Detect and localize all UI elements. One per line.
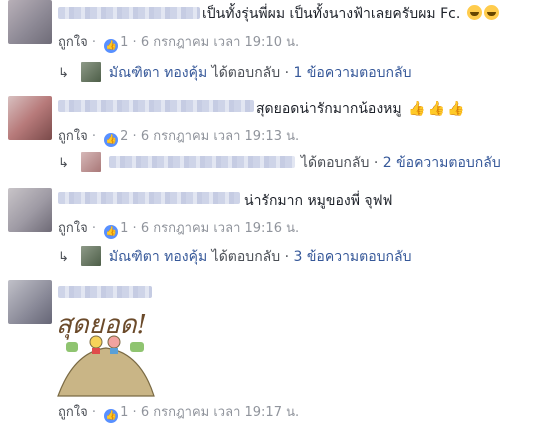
reply-summary[interactable]: ↳ ได้ตอบกลับ · 2 ข้อความตอบกลับ (58, 152, 501, 174)
comment-meta: ถูกใจ · 👍 2 · 6 กรกฎาคม เวลา 19:13 น. (58, 129, 300, 147)
timestamp[interactable]: 6 กรกฎาคม เวลา 19:13 น. (141, 129, 299, 144)
comment-text: น่ารักมาก หมูของพี่ จุฟฟ (244, 193, 393, 209)
thumbs-up-icon[interactable]: 👍 (104, 133, 119, 147)
reply-avatar (80, 62, 101, 82)
avatar[interactable] (8, 0, 52, 44)
like-count[interactable]: 1 (120, 35, 128, 50)
like-button[interactable]: ถูกใจ (58, 221, 88, 236)
reply-arrow-icon: ↳ (58, 250, 69, 265)
avatar[interactable] (8, 96, 52, 140)
thumbs-up-icon[interactable]: 👍 (104, 39, 119, 53)
reply-summary[interactable]: ↳ มัณฑิตา ทองคุ้ม ได้ตอบกลับ · 3 ข้อความต… (58, 246, 411, 268)
grinning-emoji-icon (483, 5, 499, 20)
reply-avatar (80, 152, 101, 172)
like-count[interactable]: 2 (120, 129, 128, 144)
thumbs-up-icon[interactable]: 👍 (104, 225, 119, 239)
reply-count[interactable]: 1 ข้อความตอบกลับ (294, 65, 412, 81)
comment-text: เป็นทั้งรุ่นพี่ผม เป็นทั้งนางฟ้าเลยครับผ… (202, 3, 499, 25)
reply-arrow-icon: ↳ (58, 66, 69, 81)
thumbs-up-emoji-icon: 👍 (408, 101, 426, 117)
reply-action: ได้ตอบกลับ (211, 249, 281, 265)
reply-author[interactable]: มัณฑิตา ทองคุ้ม (109, 249, 207, 265)
reply-count[interactable]: 3 ข้อความตอบกลับ (294, 249, 412, 265)
reply-author-blurred[interactable] (108, 156, 295, 168)
commenter-name[interactable] (58, 100, 254, 112)
like-count[interactable]: 1 (120, 405, 128, 420)
avatar[interactable] (8, 280, 52, 324)
comment-meta: ถูกใจ · 👍 1 · 6 กรกฎาคม เวลา 19:10 น. (58, 35, 300, 53)
comment-meta: ถูกใจ · 👍 1 · 6 กรกฎาคม เวลา 19:17 น. (58, 405, 300, 423)
avatar[interactable] (8, 188, 52, 232)
like-count[interactable]: 1 (120, 221, 128, 236)
comment-text: สุดยอดน่ารักมากน้องหมู 👍 👍 👍 (256, 101, 465, 117)
commenter-name[interactable] (58, 286, 152, 298)
reply-author[interactable]: มัณฑิตา ทองคุ้ม (109, 65, 207, 81)
comment-meta: ถูกใจ · 👍 1 · 6 กรกฎาคม เวลา 19:16 น. (58, 221, 300, 239)
timestamp[interactable]: 6 กรกฎาคม เวลา 19:16 น. (141, 221, 299, 236)
like-button[interactable]: ถูกใจ (58, 405, 88, 420)
thumbs-up-emoji-icon: 👍 (446, 101, 465, 117)
sticker-image[interactable] (56, 312, 156, 398)
thumbs-up-emoji-icon: 👍 (427, 101, 445, 117)
timestamp[interactable]: 6 กรกฎาคม เวลา 19:17 น. (141, 405, 299, 420)
like-button[interactable]: ถูกใจ (58, 129, 88, 144)
reply-action: ได้ตอบกลับ (211, 65, 281, 81)
reply-arrow-icon: ↳ (58, 156, 69, 171)
timestamp[interactable]: 6 กรกฎาคม เวลา 19:10 น. (141, 35, 299, 50)
thumbs-up-icon[interactable]: 👍 (104, 409, 119, 423)
reply-action: ได้ตอบกลับ (300, 155, 370, 171)
commenter-name[interactable] (58, 7, 200, 19)
commenter-name[interactable] (58, 192, 240, 204)
like-button[interactable]: ถูกใจ (58, 35, 88, 50)
reply-count[interactable]: 2 ข้อความตอบกลับ (383, 155, 501, 171)
grinning-emoji-icon (466, 5, 482, 20)
reply-summary[interactable]: ↳ มัณฑิตา ทองคุ้ม ได้ตอบกลับ · 1 ข้อความต… (58, 62, 411, 84)
reply-avatar (80, 246, 101, 266)
